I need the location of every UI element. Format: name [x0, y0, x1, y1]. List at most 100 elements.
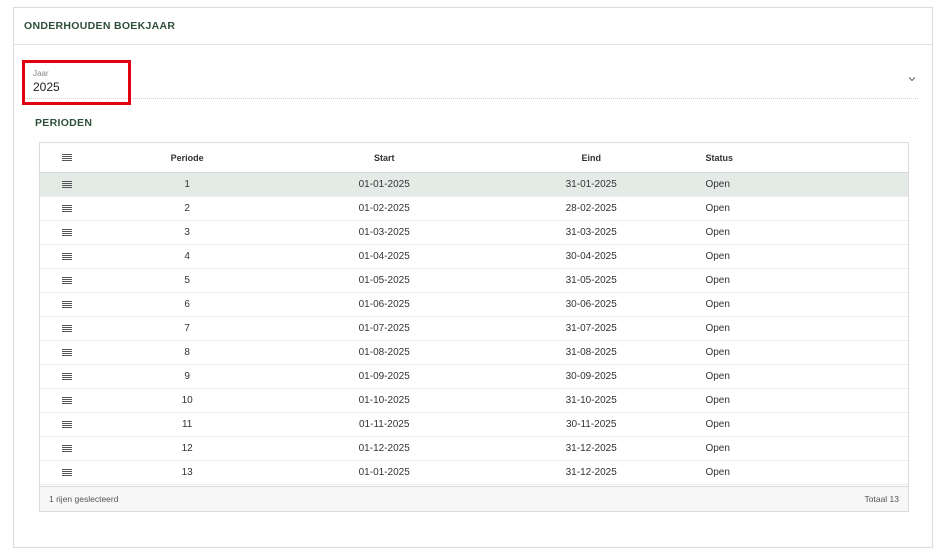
row-menu-cell[interactable] [40, 372, 95, 381]
cell-eind: 30-06-2025 [565, 299, 617, 310]
cell-status: Open [705, 467, 730, 478]
cell-status: Open [705, 179, 730, 190]
row-menu-cell[interactable] [40, 300, 95, 309]
row-menu-cell[interactable] [40, 228, 95, 237]
cell-start: 01-10-2025 [358, 395, 410, 406]
column-header-periode[interactable]: Periode [95, 153, 280, 163]
menu-lines-icon[interactable] [62, 204, 73, 213]
cell-periode: 3 [184, 227, 190, 238]
grid-header: Periode Start Eind Status [40, 143, 908, 173]
cell-start: 01-02-2025 [358, 203, 410, 214]
cell-status: Open [705, 275, 730, 286]
table-row[interactable]: 11 01-11-2025 30-11-2025 Open [40, 413, 908, 437]
column-header-eind[interactable]: Eind [489, 153, 694, 163]
table-row[interactable]: 3 01-03-2025 31-03-2025 Open [40, 221, 908, 245]
cell-periode: 13 [181, 467, 193, 478]
cell-periode: 7 [184, 323, 190, 334]
table-row[interactable]: 7 01-07-2025 31-07-2025 Open [40, 317, 908, 341]
year-value[interactable]: 2025 [33, 80, 60, 94]
row-menu-cell[interactable] [40, 324, 95, 333]
menu-lines-icon[interactable] [62, 300, 73, 309]
cell-eind: 31-03-2025 [565, 227, 617, 238]
row-menu-cell[interactable] [40, 396, 95, 405]
table-row[interactable]: 2 01-02-2025 28-02-2025 Open [40, 197, 908, 221]
menu-lines-icon[interactable] [62, 348, 73, 357]
card-header: ONDERHOUDEN BOEKJAAR [14, 8, 932, 45]
header-menu-cell[interactable] [40, 153, 95, 162]
cell-start: 01-06-2025 [358, 299, 410, 310]
column-header-status[interactable]: Status [693, 153, 908, 163]
boekjaar-card: ONDERHOUDEN BOEKJAAR Jaar 2025 PERIODEN … [13, 7, 933, 548]
menu-lines-icon[interactable] [62, 444, 73, 453]
cell-status: Open [705, 203, 730, 214]
cell-eind: 30-11-2025 [566, 419, 617, 430]
cell-status: Open [705, 347, 730, 358]
cell-eind: 31-10-2025 [565, 395, 617, 406]
cell-status: Open [705, 395, 730, 406]
cell-periode: 1 [184, 179, 190, 190]
grid-body: 1 01-01-2025 31-01-2025 Open 2 01-02-2025 28-0… [40, 173, 908, 485]
cell-eind: 31-07-2025 [565, 323, 617, 334]
cell-status: Open [705, 419, 730, 430]
cell-eind: 31-05-2025 [565, 275, 617, 286]
table-row[interactable]: 13 01-01-2025 31-12-2025 Open [40, 461, 908, 485]
row-menu-cell[interactable] [40, 444, 95, 453]
menu-lines-icon[interactable] [62, 324, 73, 333]
cell-status: Open [705, 227, 730, 238]
table-row[interactable]: 8 01-08-2025 31-08-2025 Open [40, 341, 908, 365]
cell-eind: 31-08-2025 [565, 347, 617, 358]
section-title-perioden: PERIODEN [35, 117, 93, 129]
cell-start: 01-01-2025 [358, 179, 410, 190]
cell-status: Open [705, 323, 730, 334]
menu-lines-icon[interactable] [62, 396, 73, 405]
row-menu-cell[interactable] [40, 252, 95, 261]
cell-start: 01-05-2025 [358, 275, 410, 286]
menu-lines-icon[interactable] [62, 276, 73, 285]
cell-periode: 9 [184, 371, 190, 382]
menu-lines-icon[interactable] [62, 420, 73, 429]
row-menu-cell[interactable] [40, 348, 95, 357]
cell-eind: 31-12-2025 [565, 467, 617, 478]
table-row[interactable]: 10 01-10-2025 31-10-2025 Open [40, 389, 908, 413]
menu-lines-icon[interactable] [62, 228, 73, 237]
menu-lines-icon[interactable] [62, 180, 73, 189]
chevron-down-icon[interactable] [906, 73, 918, 85]
table-row[interactable]: 12 01-12-2025 31-12-2025 Open [40, 437, 908, 461]
page-title: ONDERHOUDEN BOEKJAAR [24, 20, 176, 32]
row-menu-cell[interactable] [40, 420, 95, 429]
menu-lines-icon[interactable] [62, 153, 73, 162]
menu-lines-icon[interactable] [62, 468, 73, 477]
row-menu-cell[interactable] [40, 276, 95, 285]
cell-start: 01-09-2025 [358, 371, 410, 382]
row-menu-cell[interactable] [40, 468, 95, 477]
cell-start: 01-01-2025 [358, 467, 410, 478]
row-menu-cell[interactable] [40, 204, 95, 213]
table-row[interactable]: 1 01-01-2025 31-01-2025 Open [40, 173, 908, 197]
cell-periode: 2 [184, 203, 190, 214]
column-header-start[interactable]: Start [279, 153, 489, 163]
cell-eind: 30-09-2025 [565, 371, 617, 382]
cell-periode: 12 [181, 443, 193, 454]
selected-count: 1 rijen geslecteerd [49, 494, 119, 504]
table-row[interactable]: 9 01-09-2025 30-09-2025 Open [40, 365, 908, 389]
cell-start: 01-08-2025 [358, 347, 410, 358]
year-select[interactable]: Jaar 2025 [22, 60, 918, 105]
total-count: Totaal 13 [864, 494, 900, 504]
row-menu-cell[interactable] [40, 180, 95, 189]
cell-start: 01-07-2025 [358, 323, 410, 334]
menu-lines-icon[interactable] [62, 252, 73, 261]
cell-status: Open [705, 371, 730, 382]
cell-status: Open [705, 251, 730, 262]
table-row[interactable]: 6 01-06-2025 30-06-2025 Open [40, 293, 908, 317]
cell-periode: 8 [184, 347, 190, 358]
cell-start: 01-11-2025 [358, 419, 410, 430]
cell-periode: 6 [184, 299, 190, 310]
table-row[interactable]: 5 01-05-2025 31-05-2025 Open [40, 269, 908, 293]
table-row[interactable]: 4 01-04-2025 30-04-2025 Open [40, 245, 908, 269]
cell-periode: 10 [181, 395, 193, 406]
cell-start: 01-12-2025 [358, 443, 410, 454]
grid-footer: 1 rijen geslecteerd Totaal 13 [40, 486, 908, 511]
cell-start: 01-03-2025 [358, 227, 410, 238]
year-label: Jaar [33, 69, 49, 78]
menu-lines-icon[interactable] [62, 372, 73, 381]
